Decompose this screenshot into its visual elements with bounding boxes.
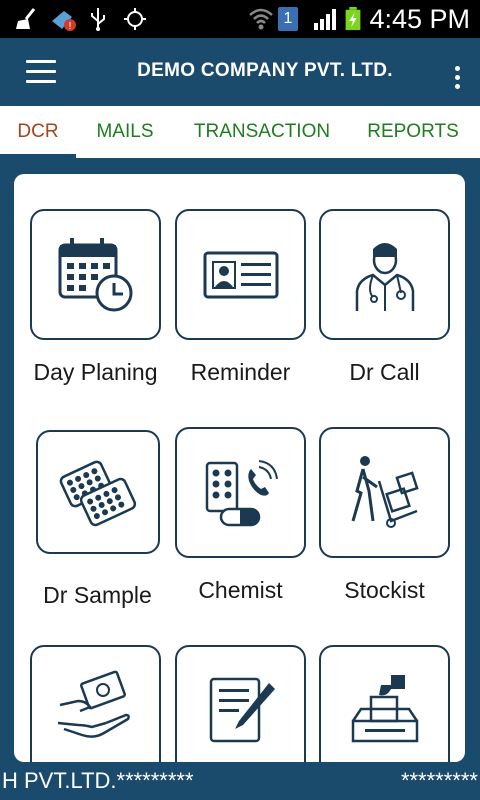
notification-alert-icon: ! (52, 11, 76, 31)
tab-bar: DCR MAILS TRANSACTION REPORTS (0, 106, 480, 158)
tile-icon-box[interactable] (175, 645, 306, 762)
tile-icon-box[interactable] (175, 427, 306, 558)
marquee-ticker: H PVT.LTD.********* ********* (0, 762, 480, 800)
dcr-menu-panel: Day Planing Reminder Dr Call Dr Sample C… (14, 174, 465, 762)
tab-label: MAILS (96, 121, 154, 142)
battery-charging-icon (345, 7, 361, 31)
wifi-icon (249, 8, 273, 30)
tile-icon-box[interactable] (319, 427, 450, 558)
tile-stockist[interactable]: Stockist (319, 427, 450, 603)
tile-icon-box[interactable] (319, 209, 450, 340)
tab-transaction[interactable]: TRANSACTION (184, 106, 340, 158)
doctor-icon (355, 242, 414, 311)
ticker-text-left: H PVT.LTD.********* (2, 768, 194, 793)
tile-documents[interactable] (175, 645, 306, 762)
tile-chemist[interactable]: Chemist (175, 427, 306, 603)
tile-icon-box[interactable] (36, 430, 160, 554)
tile-reminder[interactable]: Reminder (175, 209, 306, 385)
clock: 4:45 PM (369, 4, 470, 34)
ballot-box-icon (351, 674, 418, 742)
tab-label: REPORTS (367, 121, 459, 142)
broom-icon (16, 8, 36, 29)
tab-dcr[interactable]: DCR (0, 106, 76, 158)
more-vert-icon[interactable] (452, 66, 462, 92)
svg-text:!: ! (69, 21, 72, 31)
tile-icon-box[interactable] (30, 209, 161, 340)
tile-dr-call[interactable]: Dr Call (319, 209, 450, 385)
status-bar: ! 1 4:45 PM (0, 0, 480, 38)
tile-label: Stockist (344, 577, 425, 603)
tile-icon-box[interactable] (30, 645, 161, 762)
usb-icon (91, 8, 105, 31)
tile-submit[interactable] (319, 645, 450, 762)
ticker-text-right: ********* (400, 768, 478, 793)
tile-icon-box[interactable] (175, 209, 306, 340)
signal-icon (314, 9, 336, 30)
calendar-clock-icon (58, 237, 132, 311)
tile-label: Dr Call (349, 359, 420, 385)
document-pen-icon (209, 677, 275, 742)
active-tab-indicator (0, 154, 76, 158)
id-card-icon (203, 251, 278, 298)
tile-payment[interactable] (30, 645, 161, 762)
tile-day-planing[interactable]: Day Planing (30, 209, 161, 385)
hand-truck-icon (351, 455, 419, 528)
sim-icon: 1 (278, 7, 298, 31)
gps-icon (124, 8, 146, 30)
tab-label: TRANSACTION (193, 121, 331, 142)
tile-icon-box[interactable] (319, 645, 450, 762)
hamburger-menu-icon[interactable] (26, 60, 58, 86)
pharmacy-phone-icon (205, 459, 278, 526)
tab-label: DCR (17, 121, 59, 142)
pill-strips-icon (59, 460, 137, 527)
cash-hand-icon (57, 670, 130, 738)
tile-dr-sample[interactable]: Dr Sample (36, 430, 160, 608)
app-title: DEMO COMPANY PVT. LTD. (137, 60, 393, 81)
app-bar: DEMO COMPANY PVT. LTD. (0, 38, 480, 106)
tab-mails[interactable]: MAILS (84, 106, 166, 158)
tab-reports[interactable]: REPORTS (358, 106, 468, 158)
